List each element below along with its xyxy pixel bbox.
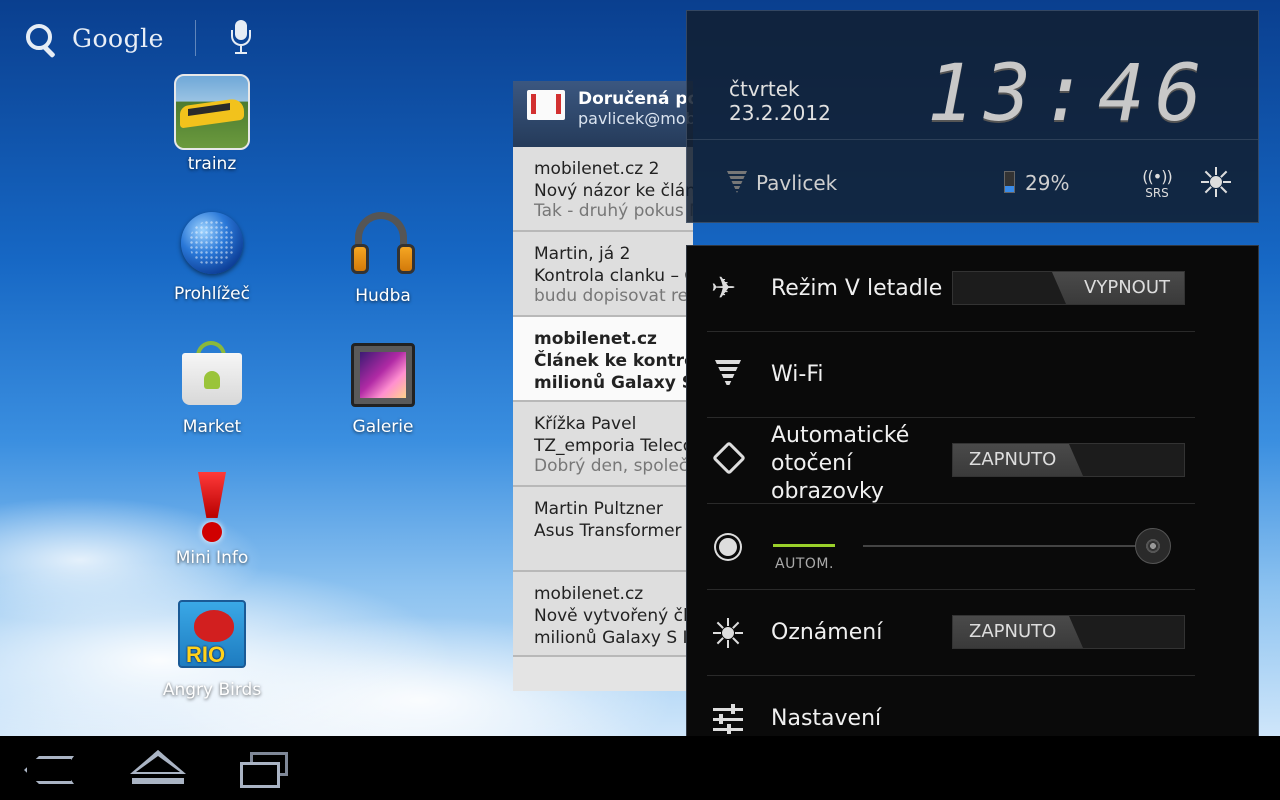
airplane-mode-label: Režim V letadle — [771, 276, 943, 301]
recent-apps-button[interactable] — [240, 752, 290, 788]
airplane-mode-toggle[interactable]: VYPNOUT — [952, 271, 1185, 305]
wifi-label: Wi-Fi — [771, 362, 824, 387]
email-item[interactable]: Martin Pultzner Asus Transformer Prime (… — [513, 487, 693, 572]
airplane-mode-row[interactable]: ✈ Režim V letadle VYPNOUT — [687, 246, 1258, 332]
quick-settings-panel: ✈ Režim V letadle VYPNOUT Wi-Fi Automati… — [686, 245, 1259, 759]
brightness-slider-thumb[interactable] — [1135, 528, 1171, 564]
app-gallery[interactable]: Galerie — [323, 337, 443, 437]
auto-brightness-label[interactable]: AUTOM. — [775, 556, 834, 572]
auto-rotate-row[interactable]: Automatické otočení obrazovky ZAPNUTO — [687, 418, 1258, 504]
app-label: Mini Info — [175, 548, 249, 568]
srs-icon[interactable]: ((•)) SRS — [1137, 167, 1177, 203]
email-item[interactable]: mobilenet.cz Nově vytvořený článek Micha… — [513, 572, 693, 657]
email-sender: Martin, já 2 — [534, 244, 631, 264]
account-email: pavlicek@mobilenet.cz — [578, 109, 693, 128]
email-item[interactable]: mobilenet.cz Článek ke kontrole – Michal… — [513, 317, 693, 402]
app-label: Angry Birds — [162, 680, 262, 700]
email-subject: Kontrola clanku – Odpoledne — [534, 266, 693, 286]
email-subject: Nově vytvořený článek Michal Kostka: Sam… — [534, 606, 693, 626]
auto-rotate-toggle[interactable]: ZAPNUTO — [952, 443, 1185, 477]
clock-time: 13:46 — [927, 49, 1212, 139]
brightness-slider-track[interactable] — [863, 545, 1153, 547]
toggle-state: ZAPNUTO — [953, 616, 1083, 648]
weekday: čtvrtek — [729, 77, 800, 101]
headphones-icon — [345, 206, 421, 282]
date: 23.2.2012 — [729, 101, 831, 125]
battery-percent: 29% — [1025, 171, 1070, 195]
rotate-icon — [712, 441, 746, 475]
srs-label: SRS — [1145, 186, 1169, 200]
email-sender: Křížka Pavel — [534, 414, 637, 434]
settings-label: Nastavení — [771, 706, 882, 731]
gallery-icon — [351, 343, 415, 407]
email-item[interactable]: mobilenet.cz 2 Nový názor ke článku Noki… — [513, 147, 693, 232]
toggle-state: VYPNOUT — [1052, 272, 1184, 304]
gmail-icon — [527, 90, 565, 120]
network-name: Pavlicek — [756, 171, 838, 195]
app-market[interactable]: Market — [152, 337, 272, 437]
home-button[interactable] — [130, 750, 186, 788]
app-label: Hudba — [355, 286, 411, 306]
email-snippet: Tak - druhý pokus Mám N8, nejsem nijak — [534, 201, 693, 221]
back-button[interactable] — [24, 756, 76, 784]
email-sender: mobilenet.cz — [534, 329, 657, 349]
email-item[interactable]: Martin, já 2 Kontrola clanku – Odpoledne… — [513, 232, 693, 317]
divider — [687, 139, 1258, 140]
email-subject: Nový názor ke článku Nokia N8: zanoťte n… — [534, 181, 693, 201]
email-subject: TZ_emporia Telecom — [534, 436, 693, 456]
app-angry-birds[interactable]: RIO Angry Birds — [152, 600, 272, 700]
globe-icon — [181, 212, 243, 274]
auto-brightness-indicator — [773, 544, 835, 547]
email-sender: mobilenet.cz — [534, 584, 644, 604]
airplane-icon: ✈ — [711, 271, 737, 306]
mailbox-title: Doručená pošta — [578, 89, 693, 109]
app-label: Prohlížeč — [174, 284, 250, 304]
search-icon[interactable] — [22, 18, 58, 59]
email-snippet: budu dopisovat recenzi, takze mu — [534, 286, 693, 306]
notification-icon — [713, 618, 743, 648]
battery-icon — [1004, 171, 1015, 193]
app-mini-info[interactable]: Mini Info — [152, 468, 272, 568]
notifications-label: Oznámení — [771, 620, 883, 645]
app-label: Galerie — [352, 417, 414, 437]
email-snippet: Dobrý den, společnost — [534, 456, 693, 476]
email-subject: Článek ke kontrole – Michal Kostka: Sams… — [534, 351, 693, 371]
settings-sliders-icon — [711, 702, 745, 736]
google-search-bar[interactable]: Google — [22, 18, 251, 59]
email-snippet: milionů Galaxy S II za deset měsíců — [534, 628, 693, 648]
wifi-row[interactable]: Wi-Fi — [687, 332, 1258, 418]
brightness-icon[interactable] — [1201, 167, 1231, 197]
email-subject: Asus Transformer Prime (Pavlíček) — [534, 521, 693, 541]
google-logo[interactable]: Google — [72, 24, 164, 53]
notifications-row[interactable]: Oznámení ZAPNUTO — [687, 590, 1258, 676]
email-item[interactable]: Křížka Pavel TZ_emporia Telecom Dobrý de… — [513, 402, 693, 487]
app-label: Market — [182, 417, 242, 437]
notifications-toggle[interactable]: ZAPNUTO — [952, 615, 1185, 649]
system-nav-bar — [0, 736, 1280, 800]
notification-status-panel: čtvrtek 23.2.2012 13:46 Pavlicek 29% ((•… — [686, 10, 1259, 223]
brightness-auto-icon[interactable] — [711, 530, 745, 564]
trainz-icon — [174, 74, 250, 150]
app-trainz[interactable]: trainz — [152, 74, 272, 174]
app-label: trainz — [187, 154, 237, 174]
gmail-widget[interactable]: Doručená pošta pavlicek@mobilenet.cz mob… — [513, 81, 693, 691]
microphone-icon[interactable] — [230, 18, 252, 58]
exclamation-icon — [174, 468, 250, 544]
brightness-row — [687, 504, 1258, 590]
email-snippet: milionů Galaxy S II za deset měsíců — [534, 373, 693, 393]
toggle-state: ZAPNUTO — [953, 444, 1083, 476]
app-browser[interactable]: Prohlížeč — [152, 206, 272, 304]
angry-birds-icon: RIO — [178, 600, 246, 668]
wifi-signal-icon — [727, 171, 747, 193]
app-music[interactable]: Hudba — [323, 206, 443, 306]
market-bag-icon — [174, 337, 250, 413]
auto-rotate-label: Automatické otočení obrazovky — [771, 423, 910, 504]
search-divider — [195, 20, 196, 56]
wifi-icon — [715, 360, 741, 388]
email-sender: Martin Pultzner — [534, 499, 663, 519]
email-sender: mobilenet.cz 2 — [534, 159, 660, 179]
gmail-widget-header[interactable]: Doručená pošta pavlicek@mobilenet.cz — [513, 81, 693, 147]
